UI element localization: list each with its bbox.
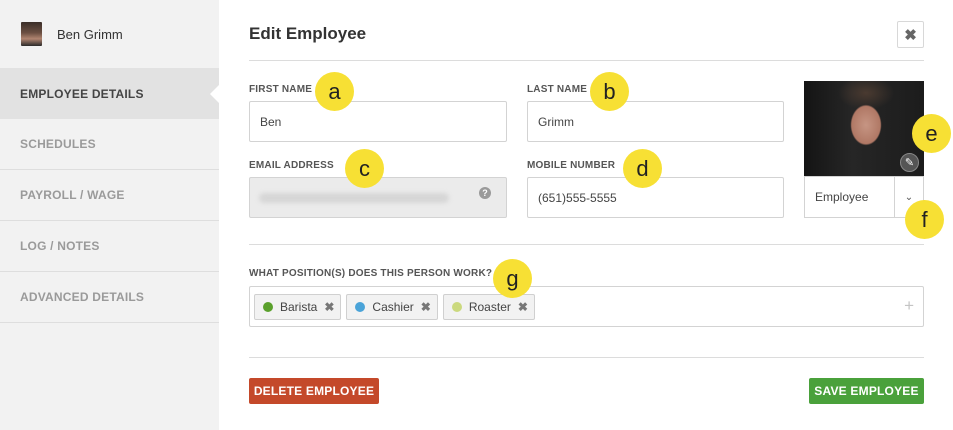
position-tag-barista: Barista ✖ [254, 293, 342, 320]
position-color-dot [355, 301, 366, 312]
callout-marker-d: d [623, 149, 662, 188]
sidebar: Ben Grimm EMPLOYEE DETAILS SCHEDULES PAY… [0, 0, 220, 430]
remove-tag-icon[interactable]: ✖ [324, 300, 334, 314]
page-title: Edit Employee [249, 24, 367, 43]
callout-marker-g: g [493, 259, 532, 298]
position-color-dot [263, 301, 273, 312]
sidebar-item-advanced-details[interactable]: ADVANCED DETAILS [0, 272, 219, 323]
user-name: Ben Grimm [57, 26, 123, 42]
edit-photo-button[interactable]: ✎ [900, 153, 919, 172]
email-label: EMAIL ADDRESS [249, 160, 334, 171]
mobile-field[interactable] [527, 177, 784, 218]
close-icon: ✖ [904, 26, 917, 44]
callout-marker-c: c [345, 149, 384, 188]
last-name-label: LAST NAME [527, 84, 588, 95]
position-tag-roaster: Roaster ✖ [442, 293, 535, 320]
divider [249, 357, 924, 358]
callout-marker-b: b [590, 72, 629, 111]
pencil-icon: ✎ [904, 157, 915, 169]
sidebar-item-log-notes[interactable]: LOG / NOTES [0, 221, 219, 272]
callout-marker-e: e [912, 114, 951, 153]
close-button[interactable]: ✖ [897, 21, 924, 48]
sidebar-nav: EMPLOYEE DETAILS SCHEDULES PAYROLL / WAG… [0, 68, 220, 323]
positions-input[interactable]: Barista ✖ Cashier ✖ Roaster ✖ + [249, 286, 924, 327]
tag-label: Cashier [372, 299, 414, 314]
positions-label: WHAT POSITION(S) DOES THIS PERSON WORK? [249, 268, 493, 279]
remove-tag-icon[interactable]: ✖ [421, 300, 431, 314]
callout-marker-f: f [905, 200, 944, 239]
tag-label: Roaster [468, 299, 511, 314]
callout-marker-a: a [315, 72, 354, 111]
help-icon[interactable]: ? [479, 187, 491, 199]
divider [249, 244, 924, 245]
avatar [21, 22, 42, 46]
last-name-field[interactable] [527, 101, 784, 142]
save-employee-button[interactable]: SAVE EMPLOYEE [809, 378, 924, 404]
user-profile: Ben Grimm [0, 0, 219, 68]
position-tag-cashier: Cashier ✖ [346, 293, 438, 320]
add-position-icon[interactable]: + [904, 296, 914, 316]
position-color-dot [451, 301, 462, 312]
first-name-label: FIRST NAME [249, 84, 313, 95]
delete-employee-button[interactable]: DELETE EMPLOYEE [249, 378, 379, 404]
sidebar-item-schedules[interactable]: SCHEDULES [0, 119, 219, 170]
divider [249, 60, 924, 61]
tag-label: Barista [280, 299, 318, 314]
mobile-label: MOBILE NUMBER [527, 160, 616, 171]
sidebar-item-employee-details[interactable]: EMPLOYEE DETAILS [0, 68, 220, 119]
email-value-blurred [259, 193, 449, 203]
role-value: Employee [815, 190, 869, 204]
remove-tag-icon[interactable]: ✖ [518, 300, 528, 314]
first-name-field[interactable] [249, 101, 507, 142]
sidebar-item-payroll-wage[interactable]: PAYROLL / WAGE [0, 170, 219, 221]
